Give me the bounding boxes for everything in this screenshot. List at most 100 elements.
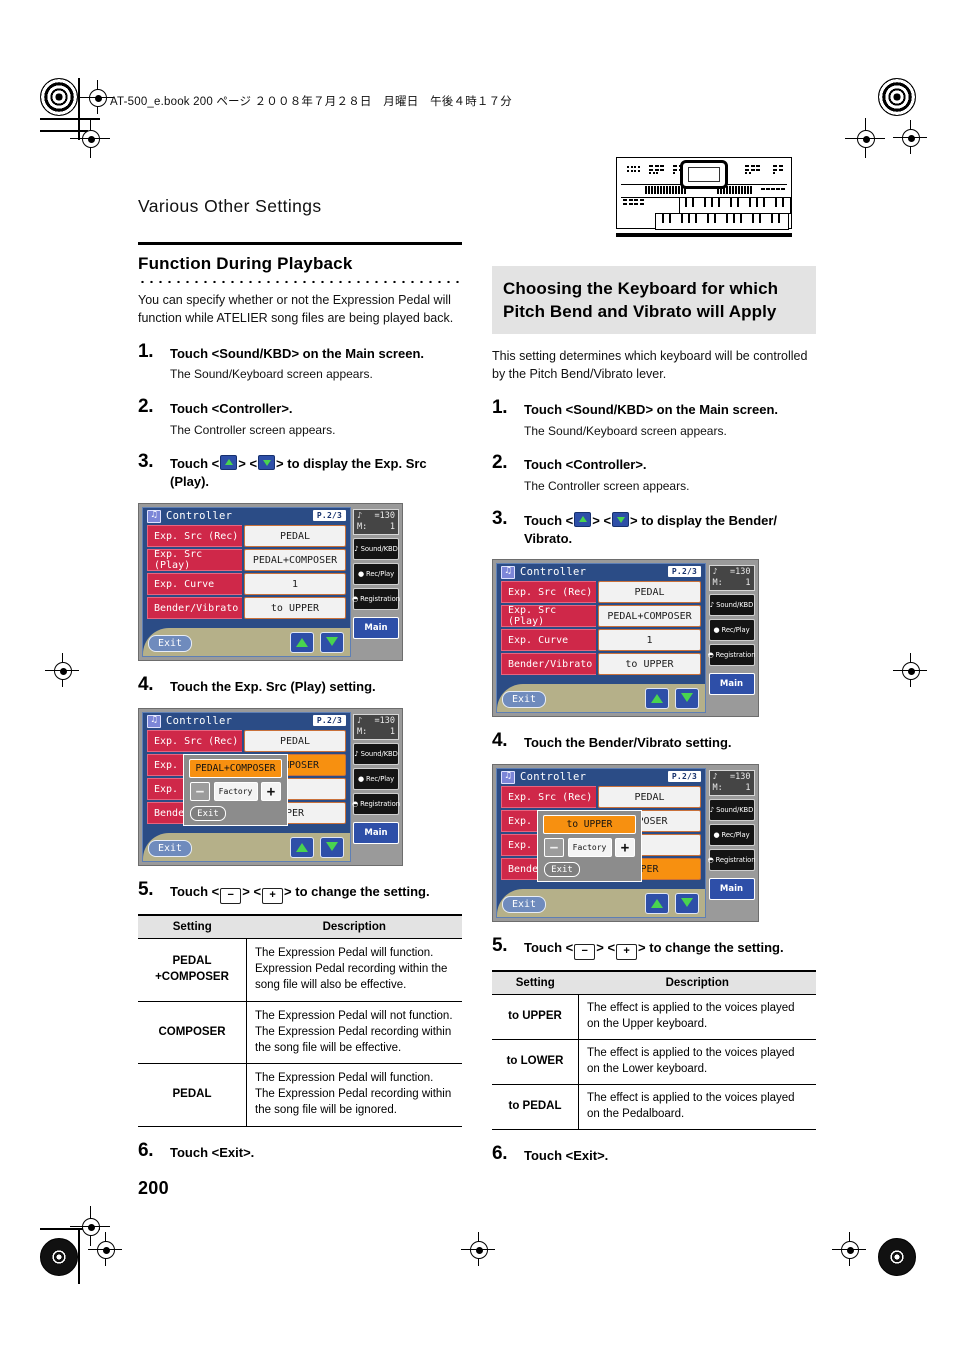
music-note-icon: ♪: [354, 545, 359, 554]
step-title: Touch < > < > to display the Exp. Src (Pla…: [170, 455, 462, 491]
lcd-titlebar: ♫ Controller P.2/3: [497, 564, 705, 581]
lcd-row-value[interactable]: PEDAL: [244, 525, 346, 548]
lcd-arrow-down-button[interactable]: [320, 632, 344, 654]
sound-kbd-button[interactable]: ♪ Sound/KBD: [353, 538, 399, 561]
lcd-row[interactable]: Bender/Vibrato to UPPER: [501, 653, 701, 676]
lcd-side-buttons: ♪ =130 M: 1 ♪ Sound/KBD ● Rec/Play ◓ Registra…: [708, 563, 756, 713]
popup-exit-button[interactable]: Exit: [544, 862, 580, 878]
rec-play-button[interactable]: ● Rec/Play: [353, 768, 399, 791]
step-number: 1.: [492, 396, 508, 418]
page-number: 200: [138, 1178, 169, 1198]
lcd-row[interactable]: Exp. Src (Rec) PEDAL: [501, 581, 701, 604]
lcd-exit-button[interactable]: Exit: [502, 896, 546, 914]
sound-kbd-button[interactable]: ♪ Sound/KBD: [708, 799, 755, 822]
table-header-row: Setting Description: [492, 970, 816, 996]
lcd-row-value[interactable]: PEDAL: [244, 730, 346, 753]
lcd-row[interactable]: Exp. Curve 1: [501, 629, 701, 652]
lcd-row-value[interactable]: PEDAL+COMPOSER: [244, 549, 346, 572]
lcd-exit-button[interactable]: Exit: [502, 691, 546, 709]
left-step-5: 5. Touch < − > < + > to change the setting.: [138, 879, 462, 905]
lcd-row-value[interactable]: to UPPER: [598, 653, 701, 676]
sound-kbd-button[interactable]: ♪ Sound/KBD: [353, 743, 399, 766]
lcd-arrow-up-button[interactable]: [645, 893, 669, 915]
lcd-row[interactable]: Exp. Src (Rec) PEDAL: [147, 525, 346, 548]
lcd-row[interactable]: Exp. Src (Rec) PEDAL: [147, 730, 346, 753]
lcd-row-value[interactable]: 1: [598, 629, 701, 652]
right-settings-table: Setting Description to UPPER The effect …: [492, 970, 816, 1130]
right-step-5: 5. Touch < − > < + > to change the setting.: [492, 935, 816, 961]
lcd-row-value[interactable]: PEDAL: [598, 786, 701, 809]
step-body: The Controller screen appears.: [170, 422, 336, 437]
left-step-2: 2. Touch <Controller>. The Controller sc…: [138, 396, 462, 438]
tempo-measure-display: ♪ =130 M: 1: [708, 565, 755, 592]
step-title: Touch <Controller>.: [524, 457, 647, 473]
popup-minus-button[interactable]: −: [190, 782, 210, 802]
sound-kbd-button[interactable]: ♪ Sound/KBD: [708, 594, 755, 617]
lcd-title: Controller: [166, 510, 233, 523]
step-text-post: > to change the setting.: [284, 884, 430, 900]
lcd-arrow-up-button[interactable]: [645, 688, 669, 710]
lcd-exit-button[interactable]: Exit: [148, 635, 192, 653]
step-title: Touch <Exit>.: [524, 1147, 609, 1163]
rec-play-button[interactable]: ● Rec/Play: [708, 619, 755, 642]
lcd-row-label: Exp. Curve: [501, 629, 596, 652]
lcd-row[interactable]: Exp. Curve 1: [147, 573, 346, 596]
lcd-arrow-up-button[interactable]: [290, 632, 314, 654]
registration-button[interactable]: ◓ Registration: [708, 644, 756, 667]
registration-button[interactable]: ◓ Registration: [352, 588, 400, 611]
speaker-icon: ●: [713, 831, 720, 840]
music-note-icon: ♫: [501, 770, 515, 784]
lcd-row-value[interactable]: PEDAL: [598, 581, 701, 604]
keyboard-illustration: [616, 157, 792, 230]
measure-value: 1: [745, 578, 751, 589]
popup-current-value: PEDAL+COMPOSER: [189, 759, 282, 779]
lcd-row[interactable]: Exp. Src (Rec) PEDAL: [501, 786, 701, 809]
popup-exit-button[interactable]: Exit: [190, 806, 226, 822]
registration-button[interactable]: ◓ Registration: [708, 849, 756, 872]
lcd-arrow-down-button[interactable]: [320, 837, 344, 859]
popup-factory-button[interactable]: Factory: [567, 838, 612, 858]
lcd-row-value[interactable]: PEDAL+COMPOSER: [598, 605, 701, 628]
lcd-row[interactable]: Exp. Src (Play) PEDAL+COMPOSER: [501, 605, 701, 628]
main-button[interactable]: Main: [353, 617, 399, 640]
registration-button[interactable]: ◓ Registration: [352, 793, 400, 816]
registration-label: Registration: [360, 800, 400, 809]
lcd-page-badge: P.2/3: [312, 715, 346, 727]
minus-key-icon: −: [574, 944, 596, 961]
music-note-icon: ♪: [709, 601, 715, 610]
minus-key-icon: −: [220, 888, 242, 905]
lcd-row-label: Exp. Src (Play): [501, 605, 596, 628]
lcd-footer: Exit: [497, 680, 705, 713]
speaker-icon: ●: [357, 775, 364, 784]
main-button[interactable]: Main: [708, 878, 755, 901]
rec-play-button[interactable]: ● Rec/Play: [708, 824, 755, 847]
lcd-arrow-down-button[interactable]: [675, 893, 699, 915]
step-title: Touch < > < > to display the Bender/ Vibra…: [524, 511, 816, 548]
lcd-row[interactable]: Bender/Vibrato to UPPER: [147, 597, 346, 620]
left-step-4: 4. Touch the Exp. Src (Play) setting.: [138, 674, 462, 696]
left-settings-table: Setting Description PEDAL +COMPOSER The E…: [138, 914, 462, 1128]
measure-label: M:: [357, 727, 368, 738]
music-note-icon: ♫: [147, 509, 161, 523]
table-row: PEDAL The Expression Pedal will function…: [138, 1063, 462, 1128]
popup-plus-button[interactable]: +: [261, 782, 281, 802]
main-button[interactable]: Main: [708, 673, 755, 696]
lcd-side-buttons: ♪ =130 M: 1 ♪ Sound/KBD ● Rec/Play ◓ Registra…: [352, 507, 400, 657]
popup-minus-button[interactable]: −: [544, 838, 564, 858]
registration-cross-bottom-center: [461, 1232, 495, 1266]
step-text-mid: > <: [242, 884, 262, 900]
lcd-exit-button[interactable]: Exit: [148, 840, 192, 858]
lcd-arrow-up-button[interactable]: [290, 837, 314, 859]
lcd-row-value[interactable]: to UPPER: [244, 597, 346, 620]
step-number: 6.: [138, 1140, 154, 1162]
rec-play-button[interactable]: ● Rec/Play: [353, 563, 399, 586]
registration-target-bottom-right: [878, 1238, 916, 1276]
main-button[interactable]: Main: [353, 822, 399, 845]
lcd-row-value[interactable]: 1: [244, 573, 346, 596]
table-row: to UPPER The effect is applied to the vo…: [492, 994, 816, 1041]
lcd-arrow-down-button[interactable]: [675, 688, 699, 710]
speaker-icon: ●: [713, 626, 720, 635]
popup-plus-button[interactable]: +: [615, 838, 635, 858]
lcd-row[interactable]: Exp. Src (Play) PEDAL+COMPOSER: [147, 549, 346, 572]
popup-factory-button[interactable]: Factory: [213, 782, 258, 802]
